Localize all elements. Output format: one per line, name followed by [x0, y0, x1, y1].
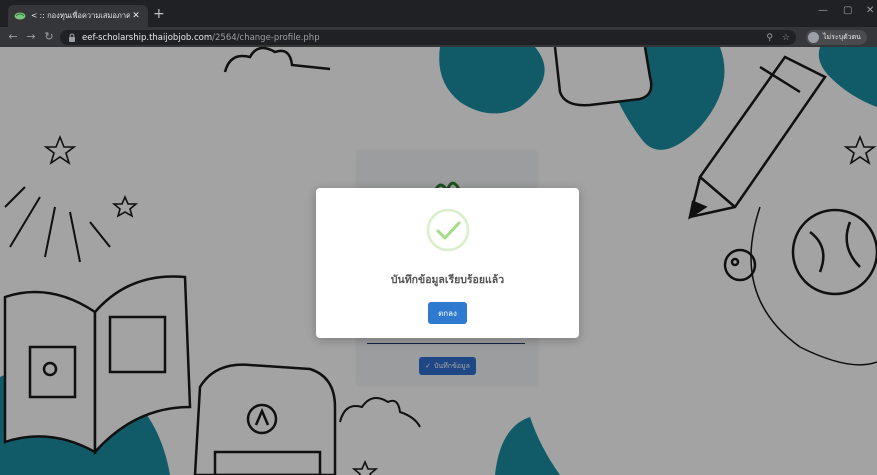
profile-label: ไม่ระบุตัวตน: [823, 33, 861, 41]
new-tab-button[interactable]: +: [153, 5, 165, 23]
lock-icon: [69, 33, 75, 42]
zoom-icon[interactable]: ⚲: [766, 33, 773, 43]
browser-tab-active[interactable]: < :: กองทุนเพื่อความเสมอภาคทางการศึ ✕: [8, 5, 148, 27]
forward-arrow-icon[interactable]: →: [22, 27, 40, 47]
success-dialog: บันทึกข้อมูลเรียบร้อยแล้ว ตกลง: [316, 188, 579, 338]
window-close-button[interactable]: ✕: [866, 4, 874, 18]
address-bar[interactable]: eef-scholarship.thaijobjob.com/2564/chan…: [60, 30, 796, 45]
url-path: /2564/change-profile.php: [212, 32, 320, 43]
url-text: eef-scholarship.thaijobjob.com/2564/chan…: [82, 33, 320, 43]
url-host: eef-scholarship.thaijobjob.com: [82, 32, 213, 43]
window-minimize-button[interactable]: —: [818, 4, 828, 18]
page-viewport: ✓ บันทึกข้อมูล บันทึกข้อมูลเรียบร้อยแล้ว…: [0, 47, 877, 475]
browser-tabstrip: < :: กองทุนเพื่อความเสมอภาคทางการศึ ✕ + …: [0, 0, 877, 27]
ok-button[interactable]: ตกลง: [428, 302, 467, 324]
tab-close-icon[interactable]: ✕: [130, 11, 142, 21]
browser-toolbar: ← → ↻ eef-scholarship.thaijobjob.com/256…: [0, 27, 877, 70]
window-maximize-button[interactable]: ▢: [843, 4, 852, 18]
success-check-icon: [426, 208, 470, 252]
back-arrow-icon[interactable]: ←: [4, 27, 22, 47]
reload-icon[interactable]: ↻: [40, 27, 58, 47]
dialog-message: บันทึกข้อมูลเรียบร้อยแล้ว: [390, 274, 505, 286]
profile-button[interactable]: ไม่ระบุตัวตน: [806, 30, 867, 45]
site-favicon-icon: [14, 11, 26, 21]
tab-title: < :: กองทุนเพื่อความเสมอภาคทางการศึ: [31, 11, 130, 20]
bookmark-star-icon[interactable]: ☆: [782, 33, 790, 43]
incognito-avatar-icon: [808, 32, 819, 43]
